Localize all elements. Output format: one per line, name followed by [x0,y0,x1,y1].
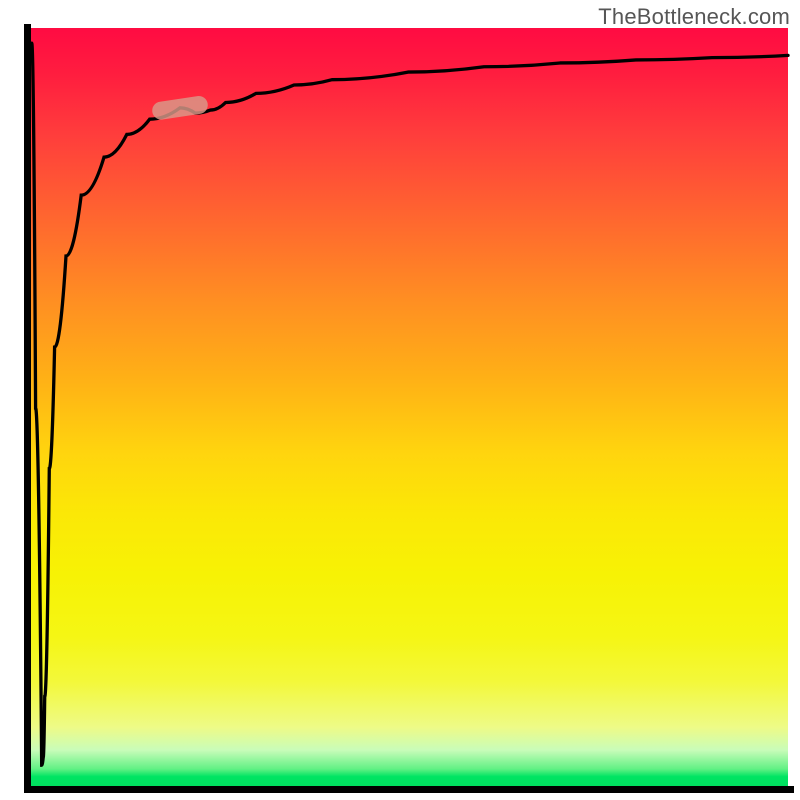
bottleneck-curve [32,43,788,765]
chart-svg [28,28,788,788]
chart-container: TheBottleneck.com [0,0,800,800]
watermark-label: TheBottleneck.com [598,4,790,30]
range-marker [151,95,209,121]
